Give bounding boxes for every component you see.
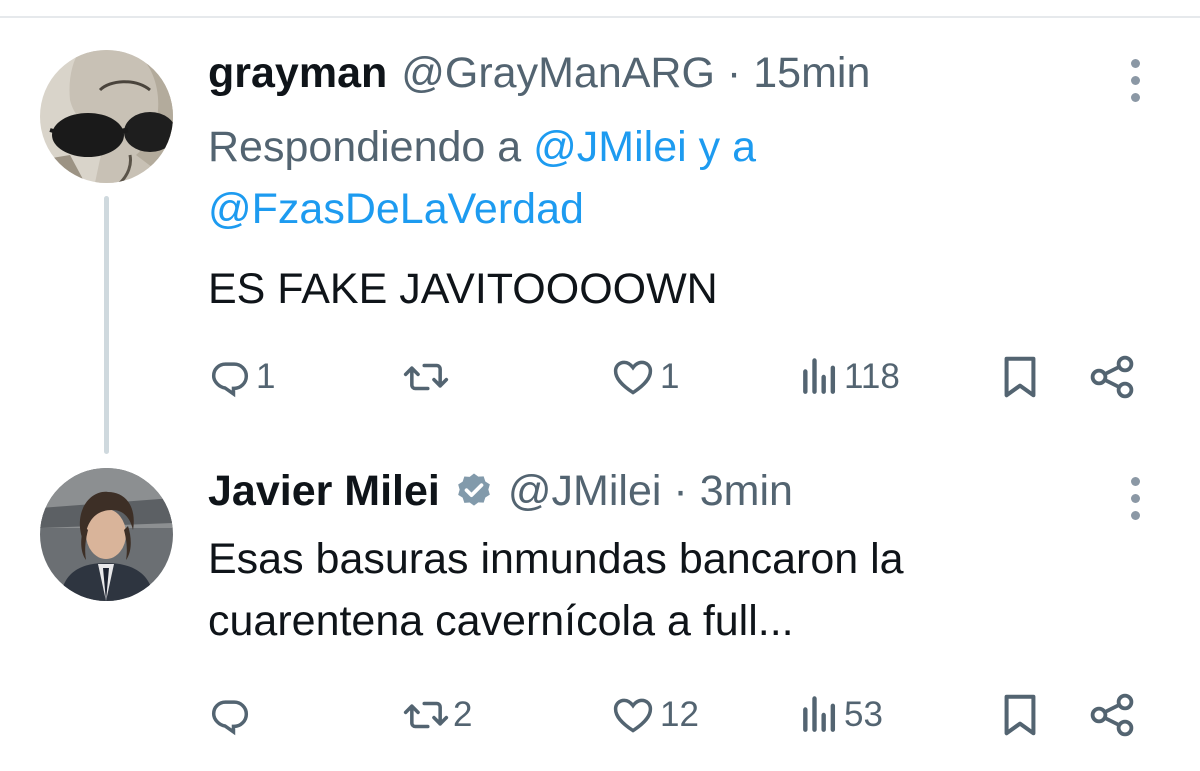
reply-button[interactable] — [208, 690, 256, 740]
display-name[interactable]: grayman — [208, 48, 387, 98]
avatar-grayman[interactable] — [40, 50, 173, 183]
views-count: 118 — [844, 357, 900, 396]
views-button[interactable]: 53 — [800, 690, 883, 740]
user-handle[interactable]: @GrayManARG — [401, 48, 715, 98]
display-name[interactable]: Javier Milei — [208, 466, 440, 516]
bookmark-button[interactable] — [1000, 690, 1040, 740]
tweet-text-line-2: cuarentena cavernícola a full... — [208, 597, 794, 645]
views-button[interactable]: 118 — [800, 352, 900, 402]
separator-dot: · — [726, 49, 742, 97]
like-button[interactable]: 12 — [610, 690, 699, 740]
repost-icon — [403, 693, 449, 737]
separator-dot: · — [673, 467, 688, 515]
replying-to: Respondiendo a @JMilei y a @FzasDeLaVerd… — [208, 116, 1108, 240]
like-count: 1 — [660, 357, 680, 396]
reply-icon — [208, 693, 252, 737]
bookmark-button[interactable] — [1000, 352, 1040, 402]
thread-connector-line — [104, 196, 109, 454]
mention-fzasdelaverdad[interactable]: @FzasDeLaVerdad — [208, 185, 584, 233]
reply-button[interactable]: 1 — [208, 352, 275, 402]
reply-icon — [208, 355, 252, 399]
timestamp[interactable]: 3min — [700, 466, 793, 516]
user-handle[interactable]: @JMilei — [508, 466, 662, 516]
repost-icon — [403, 355, 449, 399]
share-button[interactable] — [1088, 690, 1136, 740]
timestamp[interactable]: 15min — [753, 48, 870, 98]
like-icon — [610, 355, 656, 399]
action-bar: 1 1 118 — [208, 352, 1148, 402]
tweet-header: Javier Milei @JMilei · 3min — [208, 466, 793, 516]
top-divider — [0, 16, 1200, 18]
bookmark-icon — [1000, 354, 1040, 400]
more-icon[interactable] — [1127, 473, 1143, 524]
like-button[interactable]: 1 — [610, 352, 679, 402]
share-icon — [1088, 691, 1136, 739]
like-icon — [610, 693, 656, 737]
repost-count: 2 — [453, 695, 473, 734]
views-icon — [800, 693, 840, 737]
action-bar: 2 12 53 — [208, 690, 1148, 740]
more-icon[interactable] — [1127, 55, 1143, 106]
reply-count: 1 — [256, 357, 276, 396]
share-button[interactable] — [1088, 352, 1136, 402]
tweet-text: Esas basuras inmundas bancaron la cuaren… — [208, 528, 1108, 652]
avatar-javier-milei[interactable] — [40, 468, 173, 601]
tweet-text: ES FAKE JAVITOOOOWN — [208, 265, 718, 313]
verified-badge-icon[interactable] — [454, 471, 494, 511]
replying-to-conjunction[interactable]: y a — [699, 123, 756, 171]
views-icon — [800, 355, 840, 399]
repost-button[interactable] — [403, 352, 453, 402]
replying-to-prefix: Respondiendo a — [208, 123, 522, 171]
tweet-text-line-1: Esas basuras inmundas bancaron la — [208, 535, 904, 583]
like-count: 12 — [660, 695, 699, 734]
views-count: 53 — [844, 695, 883, 734]
mention-jmilei[interactable]: @JMilei — [533, 123, 687, 171]
repost-button[interactable]: 2 — [403, 690, 472, 740]
tweet-header: grayman @GrayManARG · 15min — [208, 48, 870, 98]
share-icon — [1088, 353, 1136, 401]
bookmark-icon — [1000, 692, 1040, 738]
